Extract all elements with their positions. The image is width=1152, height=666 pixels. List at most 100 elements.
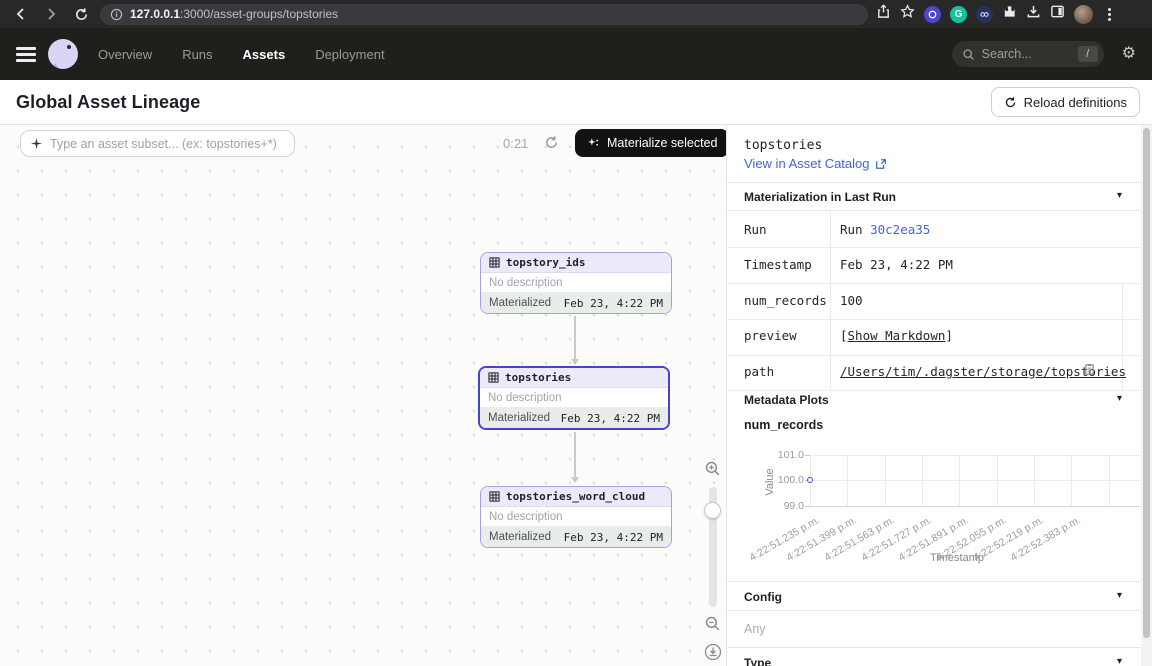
divider bbox=[727, 581, 1141, 582]
data-point-100[interactable] bbox=[807, 477, 813, 483]
section-config-header[interactable]: Config bbox=[744, 590, 782, 604]
external-link-icon bbox=[875, 158, 887, 170]
gridline-h bbox=[810, 480, 1146, 481]
divider bbox=[727, 647, 1141, 648]
materialized-status: Materialized bbox=[489, 531, 551, 543]
materialized-status: Materialized bbox=[488, 412, 550, 424]
section-metadata-plots-header[interactable]: Metadata Plots bbox=[744, 393, 829, 407]
extension-grammarly-icon[interactable]: G bbox=[950, 6, 967, 23]
gridline-v bbox=[847, 455, 848, 506]
divider bbox=[727, 610, 1141, 611]
gridline-v bbox=[959, 455, 960, 506]
asset-node-description: No description bbox=[481, 273, 671, 293]
asset-node-name: topstories bbox=[505, 371, 571, 384]
materialized-timestamp: Feb 23, 4:22 PM bbox=[561, 412, 660, 425]
edge-topstories-word-cloud bbox=[574, 432, 576, 478]
share-icon[interactable] bbox=[876, 4, 891, 24]
nav-item-assets[interactable]: Assets bbox=[243, 47, 286, 62]
x-axis-line bbox=[810, 506, 1146, 507]
nav-item-deployment[interactable]: Deployment bbox=[315, 47, 384, 62]
asset-node-topstories-word-cloud[interactable]: topstories_word_cloud No description Mat… bbox=[480, 486, 672, 548]
materialize-selected-button[interactable]: Materialize selected bbox=[575, 129, 729, 157]
browser-toolbar: 127.0.0.1:3000/asset-groups/topstories G bbox=[0, 0, 1152, 28]
chevron-down-icon[interactable]: ▾ bbox=[1117, 656, 1122, 666]
zoom-in-icon[interactable] bbox=[704, 460, 721, 482]
row-divider bbox=[726, 390, 1140, 391]
asset-node-name: topstories_word_cloud bbox=[506, 490, 645, 503]
y-tick-101: 101.0 bbox=[770, 449, 804, 461]
side-panel-icon[interactable] bbox=[1050, 4, 1065, 24]
profile-avatar[interactable] bbox=[1074, 5, 1093, 24]
row-divider bbox=[726, 283, 1140, 284]
section-type-header[interactable]: Type bbox=[744, 656, 771, 666]
graph-refresh-icon[interactable] bbox=[544, 135, 559, 155]
row-label-num-records: num_records bbox=[744, 293, 827, 308]
browser-menu-icon[interactable] bbox=[1102, 8, 1117, 21]
extension-owl-icon[interactable] bbox=[976, 6, 993, 23]
site-info-icon[interactable] bbox=[110, 8, 123, 21]
asset-node-topstories[interactable]: topstories No description Materialized F… bbox=[478, 366, 670, 430]
gridline-v bbox=[1034, 455, 1035, 506]
dagster-logo[interactable] bbox=[48, 39, 78, 69]
address-bar[interactable]: 127.0.0.1:3000/asset-groups/topstories bbox=[100, 4, 868, 25]
gridline-v bbox=[922, 455, 923, 506]
browser-reload-icon[interactable] bbox=[66, 2, 96, 26]
copy-clipboard-icon[interactable] bbox=[1083, 363, 1096, 381]
browser-back-icon[interactable] bbox=[6, 2, 36, 26]
nav-links: Overview Runs Assets Deployment bbox=[98, 47, 385, 62]
nav-item-runs[interactable]: Runs bbox=[182, 47, 212, 62]
edge-arrowhead bbox=[571, 359, 579, 365]
panel-scrollbar-thumb[interactable] bbox=[1143, 128, 1150, 638]
asset-filter-input[interactable] bbox=[50, 137, 285, 151]
gridline-v bbox=[1109, 455, 1110, 506]
materialized-timestamp: Feb 23, 4:22 PM bbox=[564, 297, 663, 310]
reload-definitions-button[interactable]: Reload definitions bbox=[991, 87, 1140, 117]
section-materialization-header[interactable]: Materialization in Last Run bbox=[744, 190, 896, 204]
extensions-puzzle-icon[interactable] bbox=[1002, 4, 1017, 24]
page-title: Global Asset Lineage bbox=[16, 92, 200, 113]
nav-item-overview[interactable]: Overview bbox=[98, 47, 152, 62]
asset-node-description: No description bbox=[481, 507, 671, 527]
extension-1password-icon[interactable] bbox=[924, 6, 941, 23]
chevron-down-icon[interactable]: ▾ bbox=[1117, 393, 1122, 404]
asset-subset-icon bbox=[30, 137, 43, 150]
nav-menu-icon[interactable] bbox=[16, 47, 36, 62]
config-value: Any bbox=[744, 622, 766, 636]
zoom-slider-thumb[interactable] bbox=[704, 502, 721, 519]
gridline-v bbox=[1071, 455, 1072, 506]
chevron-down-icon[interactable]: ▾ bbox=[1117, 590, 1122, 601]
refresh-icon bbox=[1004, 96, 1017, 109]
row-value-run: Run 30c2ea35 bbox=[840, 222, 930, 237]
bookmark-star-icon[interactable] bbox=[900, 4, 915, 24]
edge-topstory-ids-topstories bbox=[574, 316, 576, 360]
nav-search-input[interactable]: Search... / bbox=[952, 41, 1104, 67]
asset-node-footer: Materialized Feb 23, 4:22 PM bbox=[481, 527, 671, 547]
app-window: 127.0.0.1:3000/asset-groups/topstories G… bbox=[0, 0, 1152, 666]
asset-node-description: No description bbox=[480, 388, 668, 408]
asset-node-header: topstories bbox=[480, 368, 668, 388]
downloads-icon[interactable] bbox=[1026, 4, 1041, 24]
run-id-link[interactable]: 30c2ea35 bbox=[870, 222, 930, 237]
x-axis-label: Timestamp bbox=[930, 552, 984, 564]
show-markdown-link[interactable]: Show Markdown bbox=[848, 328, 946, 343]
zoom-out-icon[interactable] bbox=[704, 615, 721, 637]
materialize-sparkle-icon bbox=[587, 137, 600, 150]
row-divider bbox=[726, 355, 1140, 356]
search-icon bbox=[962, 48, 975, 61]
gridline-v bbox=[997, 455, 998, 506]
asset-node-header: topstory_ids bbox=[481, 253, 671, 273]
chevron-down-icon[interactable]: ▾ bbox=[1117, 190, 1122, 201]
url-text: 127.0.0.1:3000/asset-groups/topstories bbox=[130, 7, 338, 21]
row-label-timestamp: Timestamp bbox=[744, 257, 812, 272]
page-header: Global Asset Lineage Reload definitions bbox=[0, 80, 1152, 125]
browser-extensions: G bbox=[876, 4, 1117, 24]
table-icon bbox=[489, 257, 500, 268]
asset-node-topstory-ids[interactable]: topstory_ids No description Materialized… bbox=[480, 252, 672, 314]
panel-asset-title: topstories bbox=[744, 138, 822, 153]
settings-gear-icon[interactable]: ⚙ bbox=[1122, 46, 1136, 62]
browser-forward-icon[interactable] bbox=[36, 2, 66, 26]
asset-node-name: topstory_ids bbox=[506, 256, 585, 269]
view-in-asset-catalog-link[interactable]: View in Asset Catalog bbox=[744, 156, 887, 171]
recenter-icon[interactable] bbox=[704, 643, 722, 666]
y-tick-100: 100.0 bbox=[770, 474, 804, 486]
